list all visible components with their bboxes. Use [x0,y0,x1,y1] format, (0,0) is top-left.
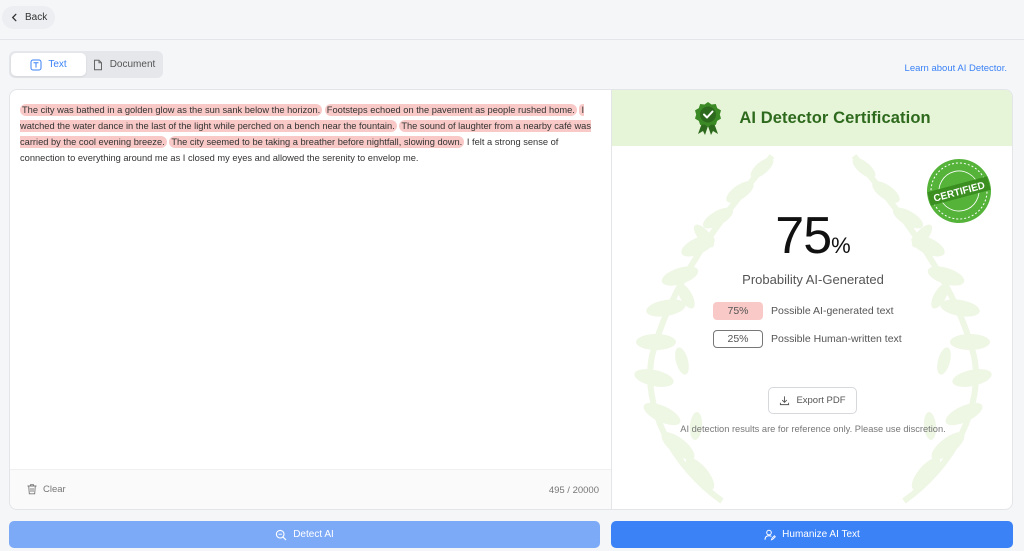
text-icon [30,59,42,70]
ai-sentence: Footsteps echoed on the pavement as peop… [324,104,577,116]
ai-sentence: The city seemed to be taking a breather … [169,136,465,148]
human-text-row: 25% Possible Human-written text [713,330,902,348]
trash-icon [27,484,37,495]
human-percent-badge: 25% [713,330,763,348]
export-pdf-button[interactable]: Export PDF [768,387,857,414]
clear-label: Clear [43,483,66,495]
humanize-ai-text-button[interactable]: Humanize AI Text [611,521,1013,548]
certification-panel: AI Detector Certification CERTIFIED 75% … [611,89,1013,510]
document-icon [93,59,102,70]
editor-footer: Clear 495 / 20000 [10,469,611,509]
badge-check-icon [695,102,722,135]
detect-ai-button[interactable]: Detect AI [9,521,600,548]
back-button[interactable]: Back [2,6,56,29]
tab-document[interactable]: Document [86,53,161,76]
tab-text[interactable]: Text [11,53,86,76]
certification-title: AI Detector Certification [739,108,931,127]
ai-probability-value: 75% [612,206,1012,266]
probability-label: Probability AI-Generated [742,272,884,287]
certification-header: AI Detector Certification [612,90,1012,146]
human-text-label: Possible Human-written text [771,333,902,345]
search-icon [276,529,287,540]
ai-percent-badge: 75% [713,302,763,320]
chevron-left-icon [11,13,17,22]
text-editor[interactable]: The city was bathed in a golden glow as … [9,89,611,510]
download-icon [780,396,790,406]
input-mode-tabs: Text Document [9,51,163,78]
ai-text-label: Possible AI-generated text [771,305,894,317]
back-label: Back [25,12,48,23]
tab-text-label: Text [48,59,67,70]
percent-sign: % [831,233,851,258]
disclaimer-text: AI detection results are for reference o… [680,424,946,434]
detect-label: Detect AI [293,529,334,540]
character-count: 495 / 20000 [548,485,599,496]
editor-content[interactable]: The city was bathed in a golden glow as … [20,102,600,166]
top-bar: Back [0,0,1024,40]
clear-button[interactable]: Clear [26,483,66,495]
percent-number: 75 [775,207,832,265]
user-edit-icon [764,529,777,541]
humanize-label: Humanize AI Text [782,529,860,540]
ai-sentence: The city was bathed in a golden glow as … [20,104,323,116]
export-label: Export PDF [796,395,846,406]
learn-about-link[interactable]: Learn about AI Detector. [905,63,1007,74]
ai-text-row: 75% Possible AI-generated text [713,302,894,320]
tab-document-label: Document [109,59,156,70]
